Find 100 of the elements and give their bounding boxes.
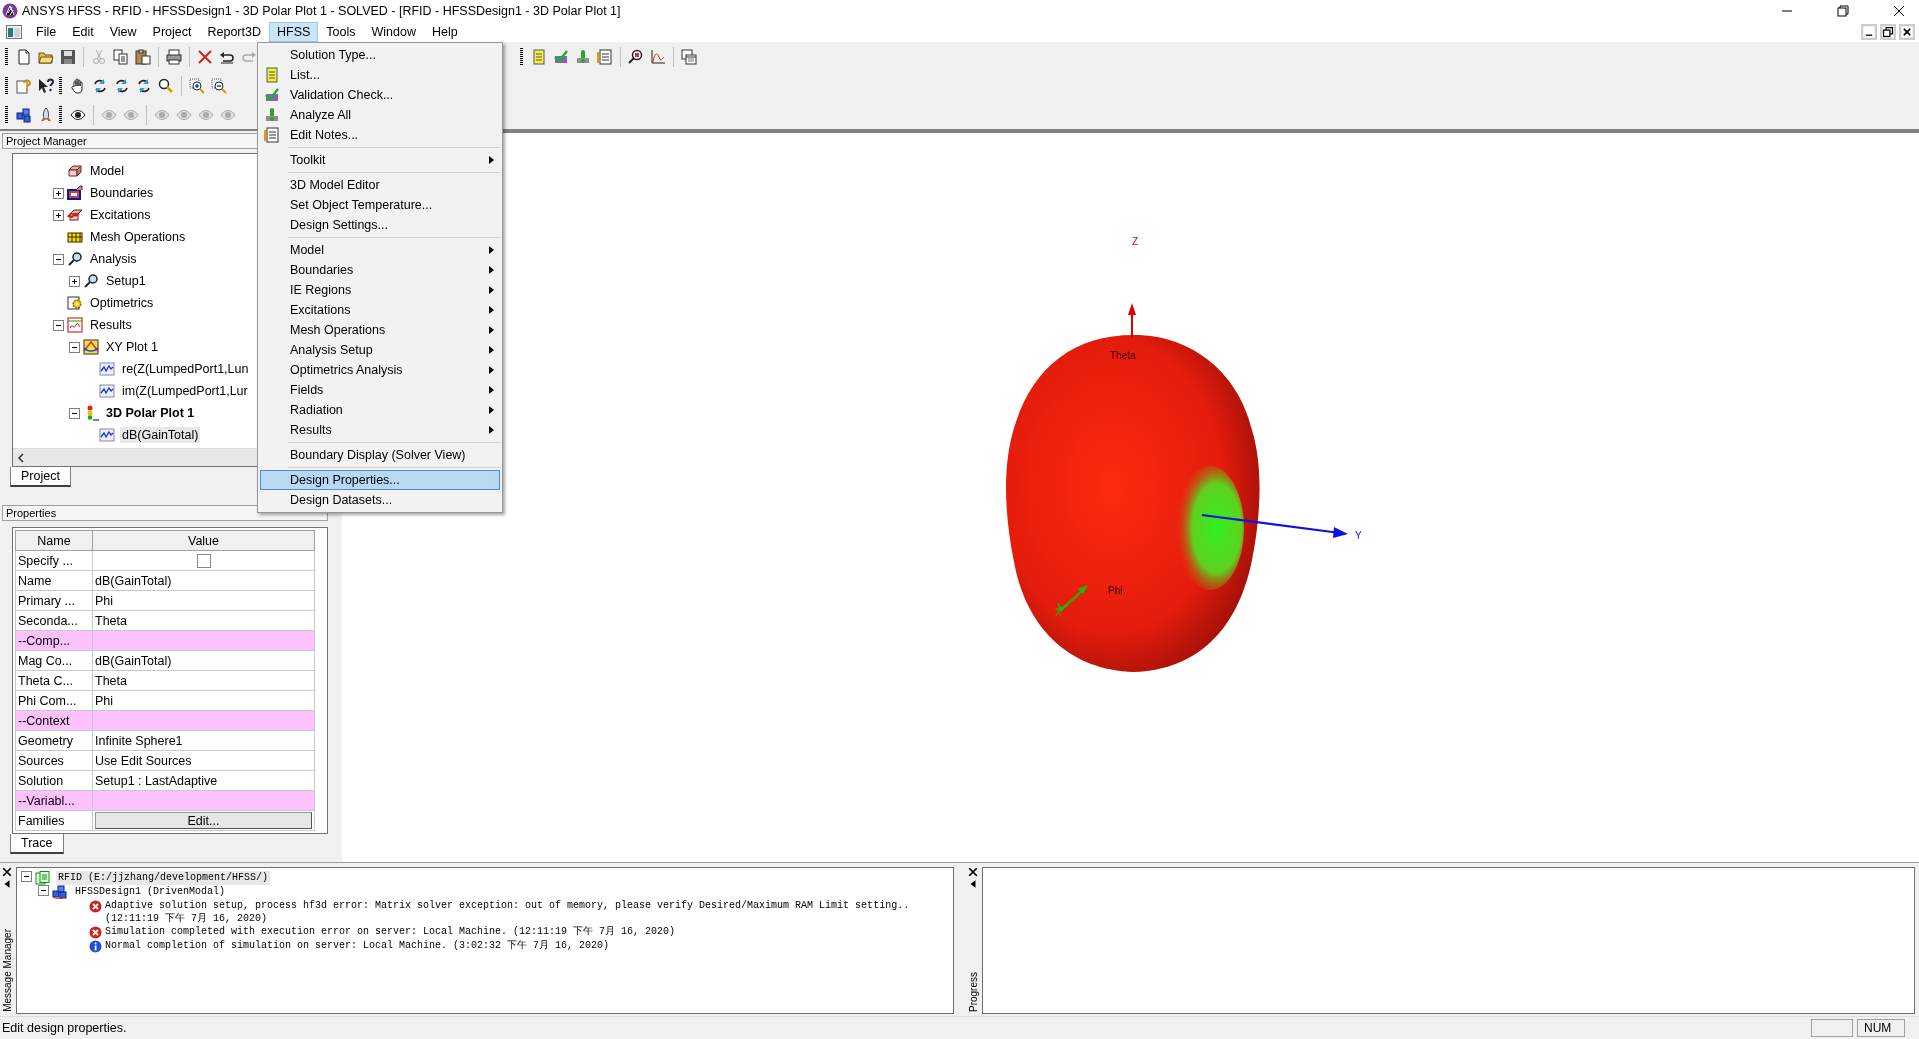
tree-item[interactable]: im(Z(LumpedPort1,Lur [120,383,250,399]
rotate-icon[interactable] [136,77,152,94]
rocket-icon[interactable] [38,106,54,123]
menu-item[interactable]: Design Properties... [260,470,500,490]
menu-item[interactable]: HFSS [269,22,319,42]
rotate-icon[interactable] [114,77,130,94]
windows-icon[interactable] [681,48,697,65]
magnifier-icon[interactable] [158,77,174,94]
axis-label: Theta [1110,350,1136,361]
menu-item[interactable]: Model [260,240,500,260]
printer-icon[interactable] [166,48,182,65]
menu-item[interactable]: List... [260,65,500,85]
check-icon [264,87,280,103]
rotate-icon[interactable] [92,77,108,94]
check-icon[interactable] [553,48,569,65]
minimize-icon[interactable] [1861,24,1877,40]
menu-item[interactable]: Report3D [199,22,269,42]
menu-item[interactable]: Help [424,22,466,42]
menu-item[interactable]: File [28,22,65,42]
tab[interactable]: Project [10,467,71,487]
new-file-icon[interactable] [16,48,32,65]
checkbox[interactable] [196,553,211,568]
menu-item[interactable]: View [101,22,145,42]
collapse-arrow-icon[interactable] [968,879,978,889]
menu-item[interactable]: Boundaries [260,260,500,280]
submenu-arrow-icon [489,246,494,254]
axis-label: Y [1355,530,1362,541]
menu-item[interactable]: Project [144,22,200,42]
copy-icon[interactable] [113,48,129,65]
tree-item[interactable]: re(Z(LumpedPort1,Lun [120,361,251,377]
tree-item[interactable]: Setup1 [104,273,148,289]
expand-toggle[interactable] [69,275,80,287]
document-icon[interactable] [6,25,22,39]
expand-toggle[interactable] [53,209,64,221]
expand-toggle[interactable] [38,885,49,896]
table-cell: Solution [15,770,93,791]
scroll-left-icon[interactable] [17,452,25,463]
panel-title: Progress [967,972,979,1012]
menu-item[interactable]: Solution Type... [260,45,500,65]
save-icon[interactable] [60,48,76,65]
cubes-icon[interactable] [16,106,32,123]
expand-toggle[interactable] [53,187,64,199]
expand-toggle[interactable] [69,341,80,353]
status-indicator: NUM [1857,1019,1905,1037]
hand-icon[interactable] [70,77,86,94]
menu-item[interactable]: Boundary Display (Solver View) [260,445,500,465]
menu-item[interactable]: IE Regions [260,280,500,300]
line-chart-icon[interactable] [650,48,666,65]
tab[interactable]: Trace [10,834,64,854]
tree-item[interactable]: 3D Polar Plot 1 [104,405,197,421]
magnifier-cube-icon[interactable] [628,48,644,65]
expand-toggle[interactable] [21,871,32,882]
menu-item[interactable]: Results [260,420,500,440]
tree-item[interactable]: Mesh Operations [88,229,188,245]
menu-item[interactable]: Validation Check... [260,85,500,105]
menu-item[interactable]: Edit [64,22,102,42]
menu-item[interactable]: Window [363,22,424,42]
zoom-out-icon[interactable] [211,77,227,94]
tree-item[interactable]: Excitations [88,207,153,223]
expand-toggle[interactable] [53,319,64,331]
edit-button[interactable]: Edit... [95,812,312,829]
restore-icon[interactable] [1880,24,1896,40]
menu-item[interactable]: 3D Model Editor [260,175,500,195]
tree-item[interactable]: XY Plot 1 [104,339,160,355]
menu-item[interactable]: Toolkit [260,150,500,170]
help-icon[interactable] [16,77,32,94]
close-icon[interactable] [1893,5,1905,17]
expand-toggle[interactable] [53,253,64,265]
figure-icon[interactable] [575,48,591,65]
tree-item[interactable]: Model [88,163,127,179]
tree-item[interactable]: HFSSDesign1 (DrivenModal) [73,885,228,899]
tree-item[interactable]: Boundaries [88,185,156,201]
tree-item[interactable]: RFID (E:/jjzhang/development/HFSS/) [56,871,271,885]
menu-item[interactable]: Analysis Setup [260,340,500,360]
delete-icon[interactable] [197,48,213,65]
tree-item[interactable]: Optimetrics [88,295,156,311]
menu-item[interactable]: Optimetrics Analysis [260,360,500,380]
tree-item[interactable]: Results [88,317,134,333]
menu-item[interactable]: Radiation [260,400,500,420]
zoom-in-icon[interactable] [189,77,205,94]
tree-item[interactable]: dB(GainTotal) [120,427,201,443]
expand-toggle[interactable] [69,407,80,419]
close-icon[interactable] [2,867,12,877]
menu-item[interactable]: Design Settings... [260,215,500,235]
notes-icon[interactable] [597,48,613,65]
menu-item[interactable]: Analyze All [260,105,500,125]
close-icon[interactable] [968,867,978,877]
paste-icon[interactable] [135,48,151,65]
menu-item[interactable]: Mesh Operations [260,320,500,340]
menu-item[interactable]: Fields [260,380,500,400]
tree-item[interactable]: Analysis [88,251,139,267]
message-text: Adaptive solution setup, process hf3d error: Matrix solver exception: out of memory, please verify Desired/Maximum RAM Limit setting.. (12:11:19 下午 7月 16, 2020) [105,899,910,925]
table-cell: Mag Co... [15,650,93,671]
menu-item[interactable]: Set Object Temperature... [260,195,500,215]
menu-item[interactable]: Excitations [260,300,500,320]
pointer-help-icon[interactable] [38,77,54,94]
menu-item[interactable]: Tools [318,22,364,42]
submenu-arrow-icon [489,366,494,374]
restore-icon[interactable] [1837,5,1849,17]
collapse-arrow-icon[interactable] [2,879,12,889]
